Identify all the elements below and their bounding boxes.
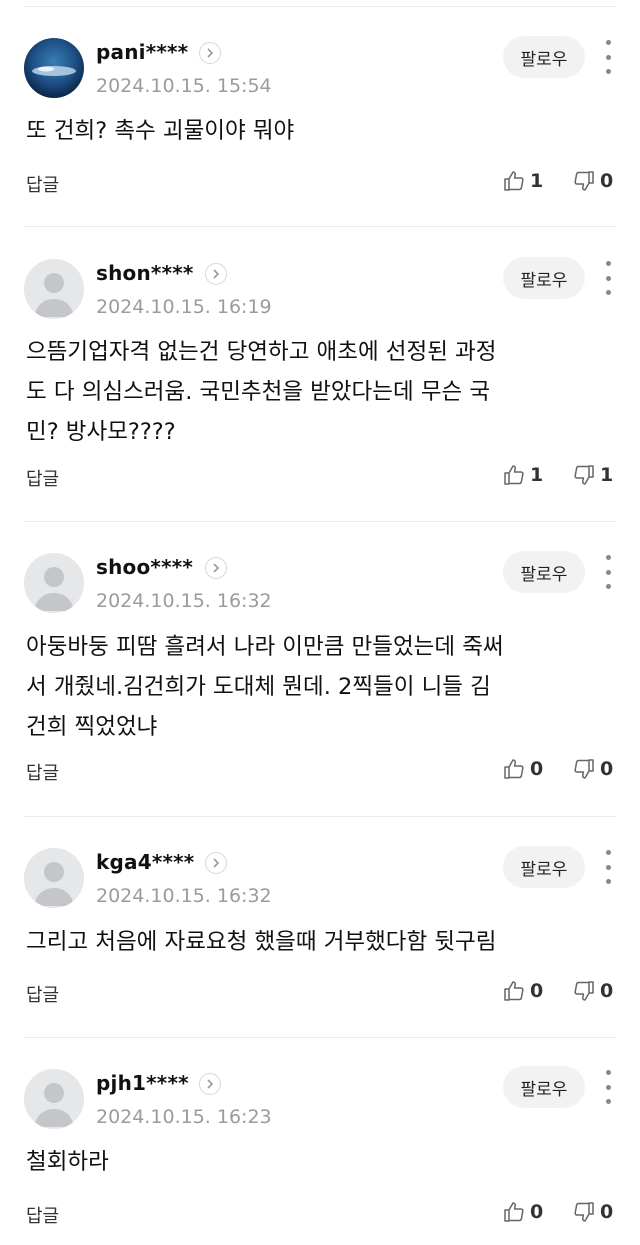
like-count: 0 xyxy=(530,1201,544,1223)
avatar[interactable] xyxy=(24,1069,84,1129)
divider xyxy=(24,1037,616,1038)
comment-list: pani**** 2024.10.15. 15:54 팔로우 또 건희? 촉수 … xyxy=(0,0,640,1245)
follow-button[interactable]: 팔로우 xyxy=(503,1066,585,1108)
thumbs-up-icon xyxy=(504,1202,524,1222)
more-options-icon[interactable] xyxy=(598,1070,618,1104)
reply-button[interactable]: 답글 xyxy=(26,1202,59,1228)
username[interactable]: pjh1**** xyxy=(96,1071,189,1095)
timestamp: 2024.10.15. 16:23 xyxy=(96,1106,272,1128)
like-button[interactable]: 0 xyxy=(502,1200,543,1224)
comment-item: pjh1**** 2024.10.15. 16:23 팔로우 철회하라 답글 0… xyxy=(0,0,640,1245)
default-profile-icon xyxy=(24,1069,84,1129)
thumbs-down-icon xyxy=(574,1202,594,1222)
dislike-count: 0 xyxy=(600,1201,614,1223)
comment-text: 철회하라 xyxy=(26,1149,109,1175)
chevron-right-icon[interactable] xyxy=(199,1073,221,1095)
dislike-button[interactable]: 0 xyxy=(572,1200,613,1224)
